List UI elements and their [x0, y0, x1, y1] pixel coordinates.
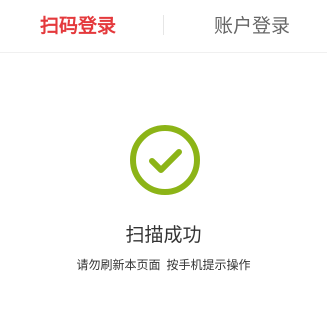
hint-confirm-text: 按手机提示操作	[166, 258, 251, 272]
tab-account-login[interactable]: 账户登录	[214, 12, 290, 40]
scan-success-hint: 请勿刷新本页面 按手机提示操作	[0, 256, 327, 274]
login-tabs: 扫码登录 账户登录	[0, 0, 327, 53]
tab-qr-login[interactable]: 扫码登录	[40, 12, 116, 40]
hint-refresh-text: 请勿刷新本页面	[76, 258, 161, 272]
scan-success-title: 扫描成功	[125, 224, 202, 246]
login-panel: 扫码登录 账户登录 扫描成功 请勿刷新本页面 按手机提示操作	[0, 0, 327, 331]
checkmark-circle-icon	[130, 125, 200, 195]
tab-divider	[163, 15, 164, 35]
